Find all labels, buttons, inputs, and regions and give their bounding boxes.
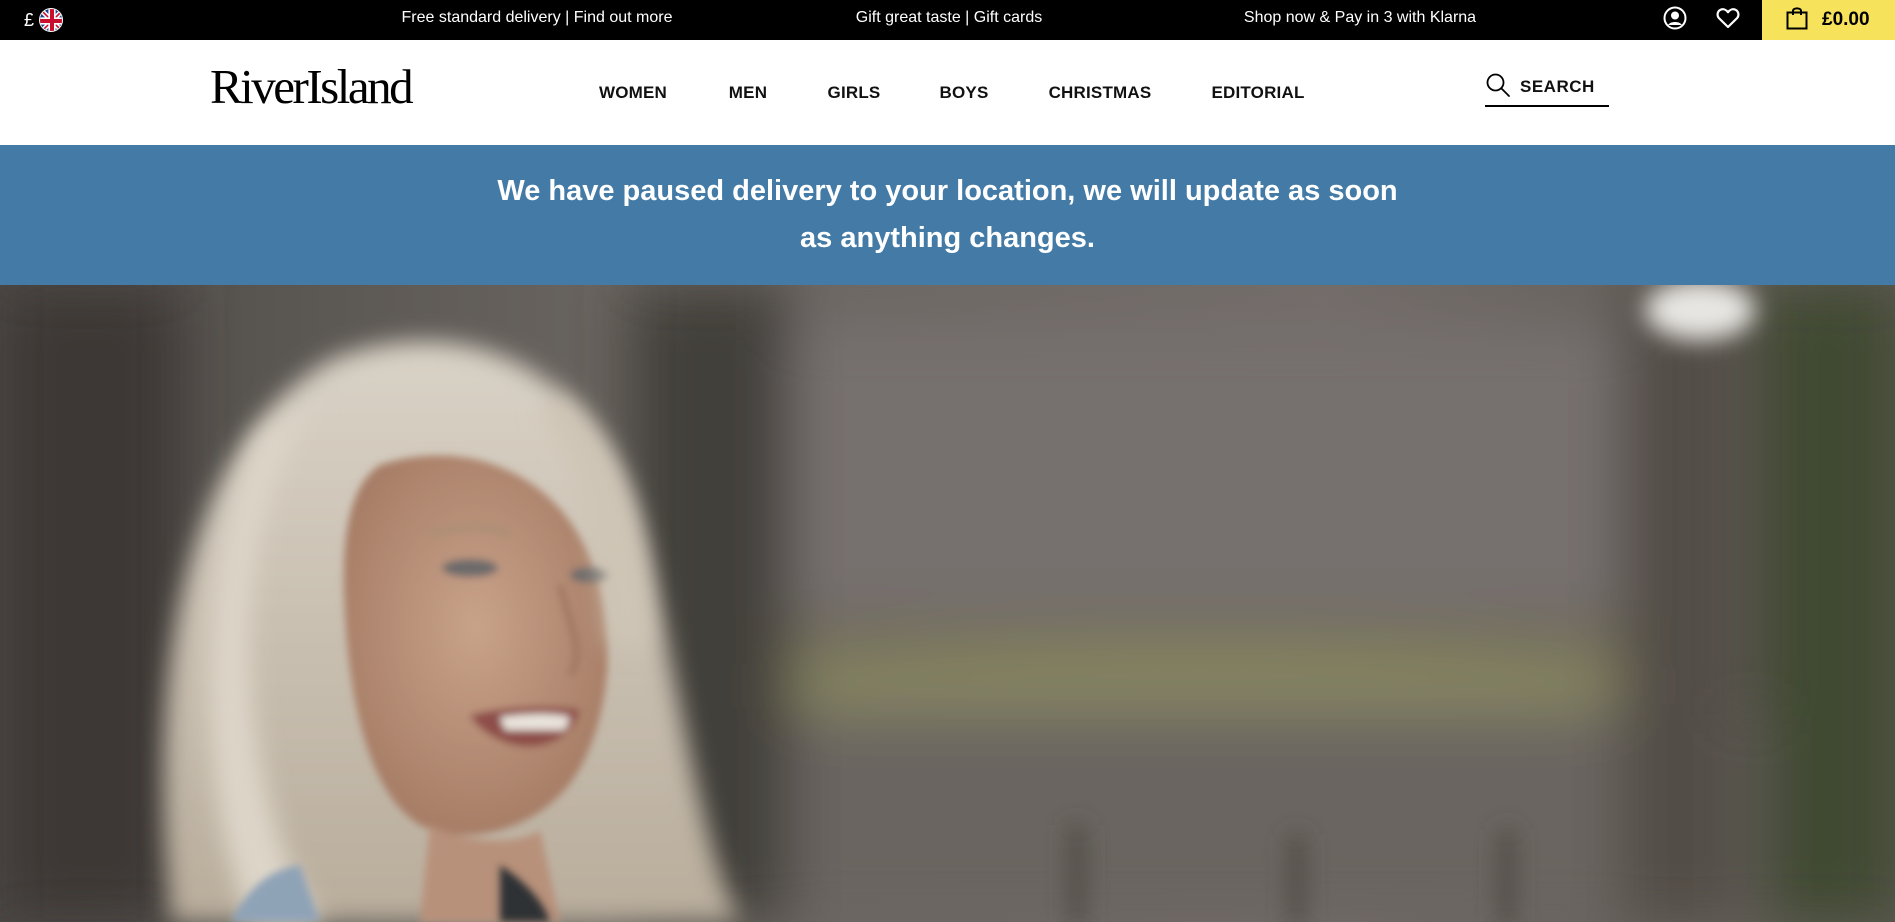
account-button[interactable] (1661, 6, 1689, 34)
top-promo-bar: £ Free standard delivery | Find out more… (0, 0, 1895, 40)
hero-image[interactable] (0, 285, 1895, 922)
promo-free-delivery-link[interactable]: Free standard delivery | Find out more (402, 0, 673, 40)
heart-icon (1716, 7, 1740, 34)
nav-boys[interactable]: BOYS (940, 82, 989, 104)
basket-total: £0.00 (1822, 9, 1870, 30)
currency-symbol: £ (24, 10, 35, 30)
account-icon (1663, 6, 1687, 35)
nav-girls[interactable]: GIRLS (828, 82, 881, 104)
nav-women[interactable]: WOMEN (599, 82, 667, 104)
hero-photo (0, 285, 1895, 922)
site-header: RiverIsland WOMEN MEN GIRLS BOYS CHRISTM… (0, 40, 1895, 145)
promo-gift-cards-link[interactable]: Gift great taste | Gift cards (856, 0, 1042, 40)
uk-flag-icon (39, 8, 64, 32)
wishlist-button[interactable] (1714, 6, 1742, 34)
currency-selector[interactable]: £ (24, 8, 64, 32)
shopping-bag-icon (1786, 6, 1808, 35)
search-button[interactable]: SEARCH (1485, 72, 1609, 107)
promo-klarna-link[interactable]: Shop now & Pay in 3 with Klarna (1244, 0, 1476, 40)
nav-men[interactable]: MEN (729, 82, 767, 104)
search-label: SEARCH (1520, 77, 1595, 96)
nav-editorial[interactable]: EDITORIAL (1211, 82, 1304, 104)
delivery-notice-banner: We have paused delivery to your location… (0, 145, 1895, 285)
search-icon (1485, 72, 1511, 103)
nav-christmas[interactable]: CHRISTMAS (1049, 82, 1152, 104)
basket-button[interactable]: £0.00 (1762, 0, 1895, 40)
main-navigation: WOMEN MEN GIRLS BOYS CHRISTMAS EDITORIAL (0, 82, 1895, 104)
delivery-notice-text: We have paused delivery to your location… (497, 175, 1398, 254)
